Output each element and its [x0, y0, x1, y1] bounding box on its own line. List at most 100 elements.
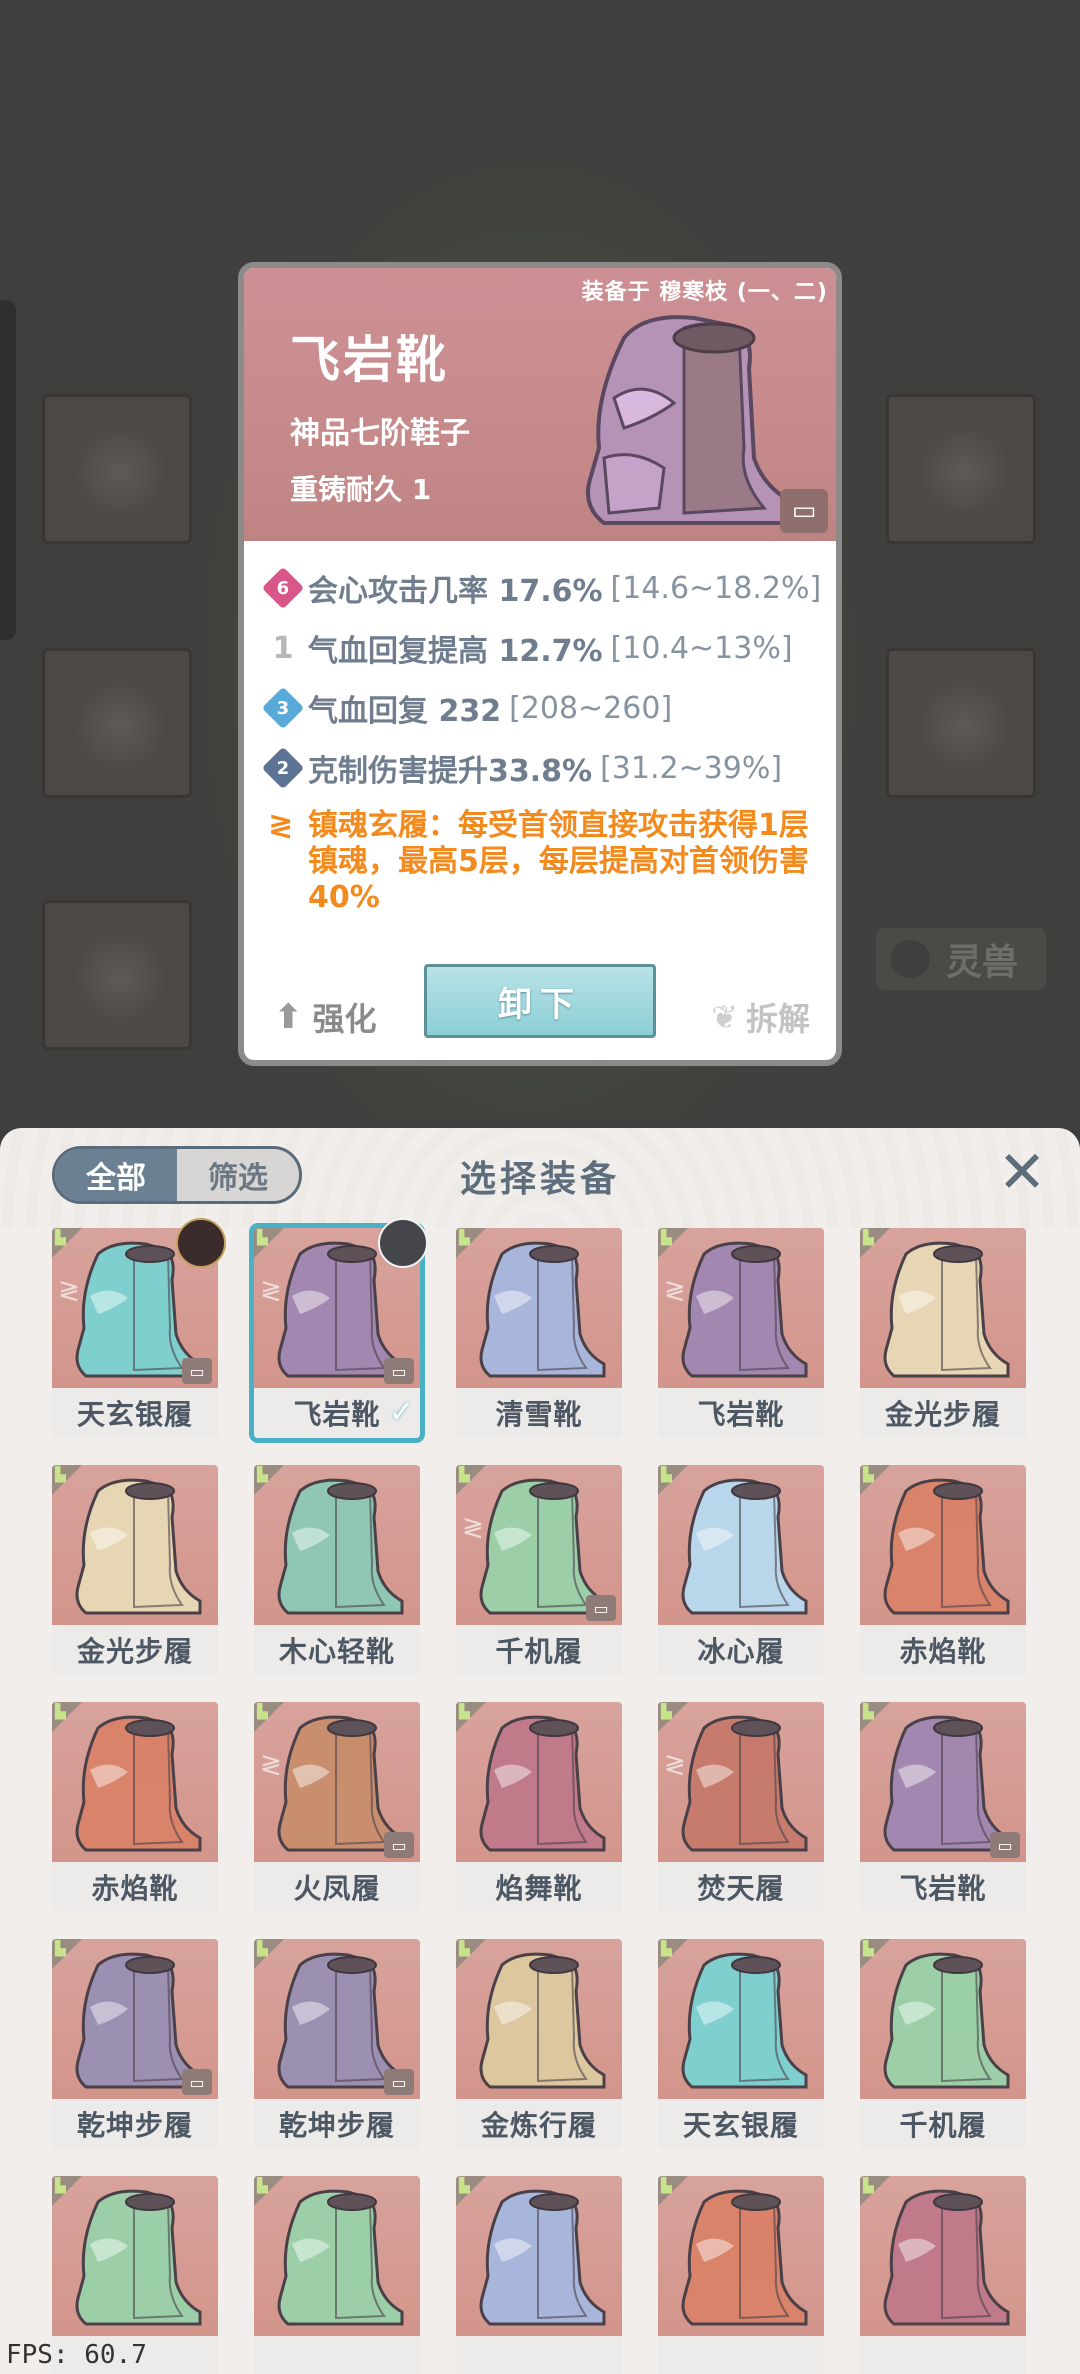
side-drawer-handle[interactable]: [0, 300, 16, 640]
boot-icon: [75, 2189, 202, 2326]
dismantle-button[interactable]: ❦ 拆解: [711, 994, 810, 1040]
stat-row: 3 气血回复 232 [208~260]: [261, 678, 828, 738]
equipment-item[interactable]: ▙: [254, 2176, 420, 2374]
pet-tab-label: 灵兽: [945, 942, 1018, 983]
equipment-card: ▙: [456, 2176, 622, 2374]
boot-slot-icon: ▙: [55, 2178, 66, 2194]
equipment-item[interactable]: ▙ 千机履: [860, 1939, 1026, 2149]
boot-slot-icon: ▙: [661, 2178, 672, 2194]
boot-slot-icon: ▙: [257, 2178, 268, 2194]
boot-slot-icon: ▙: [661, 1230, 672, 1246]
lock-icon[interactable]: ▭: [780, 489, 828, 533]
equipment-item[interactable]: ▙ 赤焰靴: [52, 1702, 218, 1912]
special-effect-icon: ≷: [58, 1276, 80, 1306]
special-effect-icon: ≷: [260, 1276, 282, 1306]
equipment-name: 清雪靴: [456, 1388, 622, 1438]
equipment-item[interactable]: ▙: [456, 2176, 622, 2374]
boot-icon: [681, 1952, 808, 2089]
equipment-item[interactable]: ▙ 冰心履: [658, 1465, 824, 1675]
boot-icon: [75, 1478, 202, 1615]
equipment-item[interactable]: ▙ 赤焰靴: [860, 1465, 1026, 1675]
stat-row: 6 会心攻击几率 17.6% [14.6~18.2%]: [261, 558, 828, 618]
stat-label: 气血回复 232: [308, 694, 502, 729]
boot-slot-icon: ▙: [459, 2178, 470, 2194]
equipment-item[interactable]: ▙ ≷ ▭ 火凤履: [254, 1702, 420, 1912]
unequip-button[interactable]: 卸下: [424, 964, 656, 1038]
boot-icon: [681, 2189, 808, 2326]
lock-icon: ▭: [586, 1595, 616, 1621]
boot-illustration: [586, 315, 796, 525]
equipment-item[interactable]: ▙ ≷ ▭ 飞岩靴 ✓: [254, 1218, 428, 1438]
lock-icon: ▭: [182, 1358, 212, 1384]
paw-icon: [890, 940, 930, 978]
equipment-item[interactable]: ▙ ▭ 乾坤步履: [52, 1939, 218, 2149]
equipment-card: ▙ ≷ 焚天履: [658, 1702, 824, 1912]
boot-icon: [883, 2189, 1010, 2326]
equipment-name: [860, 2336, 1026, 2374]
boot-icon: [479, 1952, 606, 2089]
equipment-name: 金光步履: [52, 1625, 218, 1675]
equipped-character-avatar: [176, 1218, 226, 1268]
special-effect-icon: ≷: [260, 1750, 282, 1780]
equipped-by-label: 装备于 穆寒枝 (一、二): [581, 280, 828, 305]
equipment-card: ▙ 木心轻靴: [254, 1465, 420, 1675]
equipment-item[interactable]: ▙ 焰舞靴: [456, 1702, 622, 1912]
lock-icon: ▭: [990, 1832, 1020, 1858]
stat-label: 气血回复提高 12.7%: [308, 634, 603, 669]
equipment-name: 焚天履: [658, 1862, 824, 1912]
equipment-item[interactable]: ▙ 清雪靴: [456, 1228, 622, 1438]
boots-slot[interactable]: [42, 900, 192, 1050]
upgrade-button[interactable]: ⬆ 强化: [274, 994, 377, 1040]
select-equipment-panel: 全部 筛选 选择装备 ✕ ▙ ≷ ▭ 天玄银履 ▙ ≷ ▭ 飞岩靴 ✓ ▙ 清雪靴 ▙ ≷ 飞岩靴 ▙ 金光步…: [0, 1128, 1080, 2374]
lock-icon: ▭: [384, 2069, 414, 2095]
necklace-slot[interactable]: [886, 394, 1036, 544]
pet-tab[interactable]: 灵兽: [876, 928, 1046, 990]
equipment-item[interactable]: ▙ ≷ 焚天履: [658, 1702, 824, 1912]
equipment-item[interactable]: ▙ 木心轻靴: [254, 1465, 420, 1675]
armor-slot[interactable]: [42, 648, 192, 798]
equipment-item[interactable]: ▙ ▭ 飞岩靴: [860, 1702, 1026, 1912]
boot-icon: [883, 1952, 1010, 2089]
flame-gem-icon: 1: [272, 630, 294, 666]
boot-slot-icon: ▙: [661, 1704, 672, 1720]
equipment-name: [658, 2336, 824, 2374]
weapon-slot[interactable]: [42, 394, 192, 544]
equipment-card: ▙ 冰心履: [658, 1465, 824, 1675]
equipment-item[interactable]: ▙ ▭ 乾坤步履: [254, 1939, 420, 2149]
boot-slot-icon: ▙: [257, 1230, 268, 1246]
equipment-item[interactable]: ▙ 天玄银履: [658, 1939, 824, 2149]
boot-icon: [479, 1715, 606, 1852]
stat-range: [10.4~13%]: [610, 630, 793, 666]
equipment-item[interactable]: ▙ ≷ ▭ 天玄银履: [52, 1218, 226, 1438]
equipment-item[interactable]: ▙ ≷ 飞岩靴: [658, 1228, 824, 1438]
equipment-name: 赤焰靴: [860, 1625, 1026, 1675]
boot-slot-icon: ▙: [661, 1467, 672, 1483]
boot-slot-icon: ▙: [863, 2178, 874, 2194]
boot-slot-icon: ▙: [55, 1941, 66, 1957]
equipment-item[interactable]: ▙ 金光步履: [52, 1465, 218, 1675]
close-icon[interactable]: ✕: [992, 1138, 1052, 1206]
accessory-slot[interactable]: [886, 648, 1036, 798]
lock-icon: ▭: [384, 1832, 414, 1858]
lock-icon: ▭: [182, 2069, 212, 2095]
equipment-item[interactable]: ▙ ≷ ▭ 千机履: [456, 1465, 622, 1675]
item-name: 飞岩靴: [290, 331, 449, 389]
stat-row: 1 气血回复提高 12.7% [10.4~13%]: [268, 618, 828, 678]
special-effect-text: 镇魂玄履：每受首领直接攻击获得1层镇魂，最高5层，每层提高对首领伤害40%: [308, 808, 809, 915]
equipment-card: ▙ ≷ ▭ 火凤履: [254, 1702, 420, 1912]
equipped-character-avatar: [378, 1218, 428, 1268]
equipment-item[interactable]: ▙: [658, 2176, 824, 2374]
stats-list: 6 会心攻击几率 17.6% [14.6~18.2%] 1 气血回复提高 12.…: [261, 558, 828, 916]
equipment-name: 乾坤步履: [52, 2099, 218, 2149]
special-effect-icon: ≷: [462, 1513, 484, 1543]
equipment-card: ▙ 清雪靴: [456, 1228, 622, 1438]
action-bar: ⬆ 强化 卸下 ❦ 拆解: [244, 950, 836, 1060]
equipment-card: ▙ 金光步履: [860, 1228, 1026, 1438]
equipment-item[interactable]: ▙ 金光步履: [860, 1228, 1026, 1438]
boot-slot-icon: ▙: [863, 1704, 874, 1720]
up-arrow-icon: ⬆: [274, 997, 303, 1037]
boot-icon: [479, 2189, 606, 2326]
equipment-item[interactable]: ▙: [860, 2176, 1026, 2374]
equipment-name: 天玄银履: [658, 2099, 824, 2149]
equipment-item[interactable]: ▙ 金炼行履: [456, 1939, 622, 2149]
